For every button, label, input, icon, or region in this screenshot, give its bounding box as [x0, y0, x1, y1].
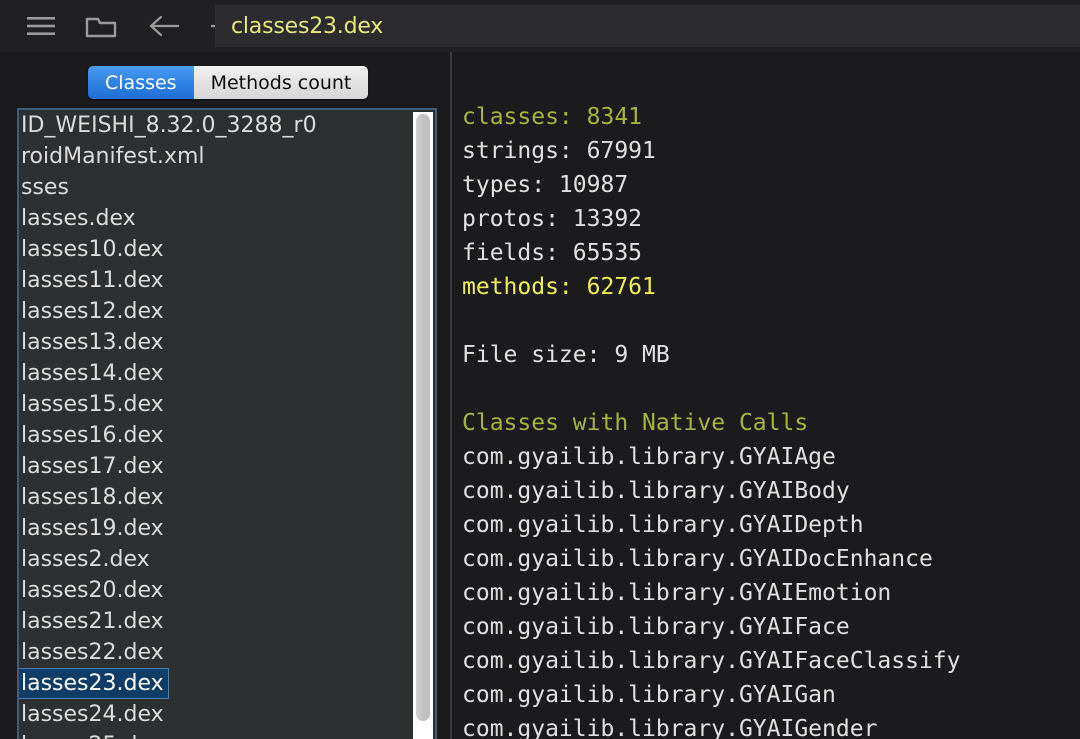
list-item[interactable]: lasses20.dex [19, 575, 415, 606]
list-item[interactable]: lasses17.dex [19, 451, 415, 482]
list-item[interactable]: lasses25.dex [19, 730, 415, 739]
list-item[interactable]: lasses10.dex [19, 234, 415, 265]
list-item[interactable]: lasses22.dex [19, 637, 415, 668]
list-item[interactable]: lasses16.dex [19, 420, 415, 451]
list-item[interactable]: ID_WEISHI_8.32.0_3288_r0 [19, 110, 415, 141]
list-item[interactable]: lasses12.dex [19, 296, 415, 327]
list-vertical-scrollbar[interactable] [413, 112, 433, 739]
detail-line: protos: 13392 [462, 206, 643, 232]
dex-viewer-window: classes23.dex Classes Methods count ID_W… [0, 0, 1080, 739]
detail-line: com.gyailib.library.GYAIFaceClassify [462, 648, 961, 674]
list-item[interactable]: lasses23.dex [19, 668, 415, 699]
list-item[interactable]: lasses19.dex [19, 513, 415, 544]
detail-line: types: 10987 [462, 172, 629, 198]
detail-line: File size: 9 MB [462, 342, 670, 368]
list-item[interactable]: lasses2.dex [19, 544, 415, 575]
tab-bar: Classes Methods count [0, 52, 450, 100]
detail-line: Classes with Native Calls [462, 410, 809, 436]
list-item[interactable]: lasses15.dex [19, 389, 415, 420]
file-list-panel[interactable]: ID_WEISHI_8.32.0_3288_r0 roidManifest.xml… [17, 108, 437, 739]
list-item[interactable]: roidManifest.xml [19, 141, 415, 172]
detail-spacer [462, 372, 1080, 406]
list-item[interactable]: lasses18.dex [19, 482, 415, 513]
list-item-selected[interactable]: lasses23.dex [19, 668, 169, 699]
detail-line: methods: 62761 [462, 274, 656, 300]
detail-panel: classes: 8341 strings: 67991 types: 10987 p… [452, 52, 1080, 739]
detail-spacer [462, 304, 1080, 338]
toolbar: classes23.dex [0, 0, 1080, 52]
detail-line: com.gyailib.library.GYAIDocEnhance [462, 546, 933, 572]
folder-icon[interactable] [78, 0, 124, 52]
detail-line: fields: 65535 [462, 240, 643, 266]
detail-line: classes: 8341 [462, 104, 643, 130]
arrow-back-icon[interactable] [142, 0, 188, 52]
dex-summary: classes: 8341 strings: 67991 types: 10987 p… [462, 100, 1080, 739]
list-item[interactable]: lasses11.dex [19, 265, 415, 296]
file-list: ID_WEISHI_8.32.0_3288_r0 roidManifest.xml… [19, 110, 415, 739]
current-file-title: classes23.dex [231, 13, 384, 39]
list-item[interactable]: lasses14.dex [19, 358, 415, 389]
detail-line: strings: 67991 [462, 138, 656, 164]
hamburger-menu-icon[interactable] [18, 0, 64, 52]
list-item[interactable]: sses [19, 172, 415, 203]
tab-methods-count[interactable]: Methods count [193, 66, 369, 99]
detail-line: com.gyailib.library.GYAIGender [462, 716, 878, 739]
list-item[interactable]: lasses.dex [19, 203, 415, 234]
detail-line: com.gyailib.library.GYAIDepth [462, 512, 864, 538]
list-item[interactable]: lasses13.dex [19, 327, 415, 358]
detail-line: com.gyailib.library.GYAIFace [462, 614, 850, 640]
detail-line: com.gyailib.library.GYAIAge [462, 444, 836, 470]
detail-line: com.gyailib.library.GYAIEmotion [462, 580, 892, 606]
tab-classes[interactable]: Classes [88, 66, 194, 99]
list-item[interactable]: lasses24.dex [19, 699, 415, 730]
list-item[interactable]: lasses21.dex [19, 606, 415, 637]
detail-line: com.gyailib.library.GYAIGan [462, 682, 836, 708]
current-file-field[interactable]: classes23.dex [215, 5, 1080, 47]
segmented-control: Classes Methods count [88, 66, 369, 99]
list-scrollbar-thumb[interactable] [416, 114, 430, 721]
detail-line: com.gyailib.library.GYAIBody [462, 478, 850, 504]
